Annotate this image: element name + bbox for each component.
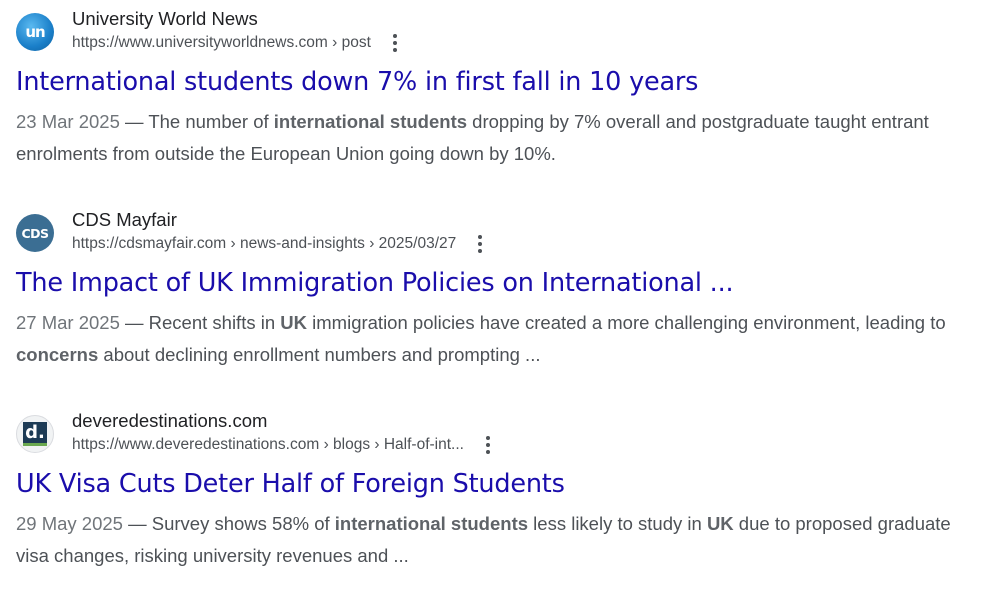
site-url-row: https://www.universityworldnews.com › po… [72,33,403,53]
site-name[interactable]: deveredestinations.com [72,409,496,433]
result-source-header[interactable]: CDS CDS Mayfair https://cdsmayfair.com ›… [16,208,976,260]
site-info: deveredestinations.com https://www.dever… [72,409,496,455]
favicon-text: un [25,23,45,41]
snippet-highlight: UK [706,513,734,534]
search-result: CDS CDS Mayfair https://cdsmayfair.com ›… [16,208,976,370]
three-dots-vertical-icon[interactable] [387,33,403,53]
snippet-text: — The number of [119,111,274,132]
result-title-link[interactable]: International students down 7% in first … [16,65,976,99]
site-url-row: https://cdsmayfair.com › news-and-insigh… [72,234,488,254]
site-info: University World News https://www.univer… [72,7,403,53]
result-snippet: 23 Mar 2025 — The number of internationa… [16,106,966,169]
result-source-header[interactable]: d. deveredestinations.com https://www.de… [16,409,976,461]
favicon-text: d. [23,422,47,446]
snippet-highlight: concerns [16,343,99,365]
snippet-text: immigration policies have created a more… [307,312,946,333]
result-source-header[interactable]: un University World News https://www.uni… [16,7,976,59]
result-date: 23 Mar 2025 [16,111,120,132]
result-date: 29 May 2025 [16,513,123,534]
site-info: CDS Mayfair https://cdsmayfair.com › new… [72,208,488,254]
snippet-highlight: UK [280,312,308,333]
site-url-row: https://www.deveredestinations.com › blo… [72,435,496,455]
three-dots-vertical-icon[interactable] [472,234,488,254]
three-dots-vertical-icon[interactable] [480,435,496,455]
favicon-text: CDS [21,225,49,241]
site-name[interactable]: CDS Mayfair [72,208,488,232]
result-date: 27 Mar 2025 [16,312,120,333]
snippet-text: — Survey shows 58% of [122,513,335,534]
result-title-link[interactable]: The Impact of UK Immigration Policies on… [16,266,976,300]
snippet-text: — Recent shifts in [119,312,281,333]
university-world-news-logo-icon[interactable]: un [16,13,54,51]
result-snippet: 29 May 2025 — Survey shows 58% of intern… [16,508,966,571]
site-url[interactable]: https://www.deveredestinations.com › blo… [72,435,464,455]
snippet-text: about declining enrollment numbers and p… [98,343,541,365]
search-results-list: un University World News https://www.uni… [16,7,976,610]
cds-mayfair-logo-icon[interactable]: CDS [16,214,54,252]
site-name[interactable]: University World News [72,7,403,31]
snippet-highlight: international students [334,513,529,534]
search-result: un University World News https://www.uni… [16,7,976,169]
result-title-link[interactable]: UK Visa Cuts Deter Half of Foreign Stude… [16,467,976,501]
search-result: d. deveredestinations.com https://www.de… [16,409,976,571]
snippet-text: less likely to study in [528,513,707,534]
site-url[interactable]: https://cdsmayfair.com › news-and-insigh… [72,234,456,254]
result-snippet: 27 Mar 2025 — Recent shifts in UK immigr… [16,307,966,370]
snippet-highlight: international students [273,111,468,132]
devere-destinations-logo-icon[interactable]: d. [16,415,54,453]
site-url[interactable]: https://www.universityworldnews.com › po… [72,33,371,53]
